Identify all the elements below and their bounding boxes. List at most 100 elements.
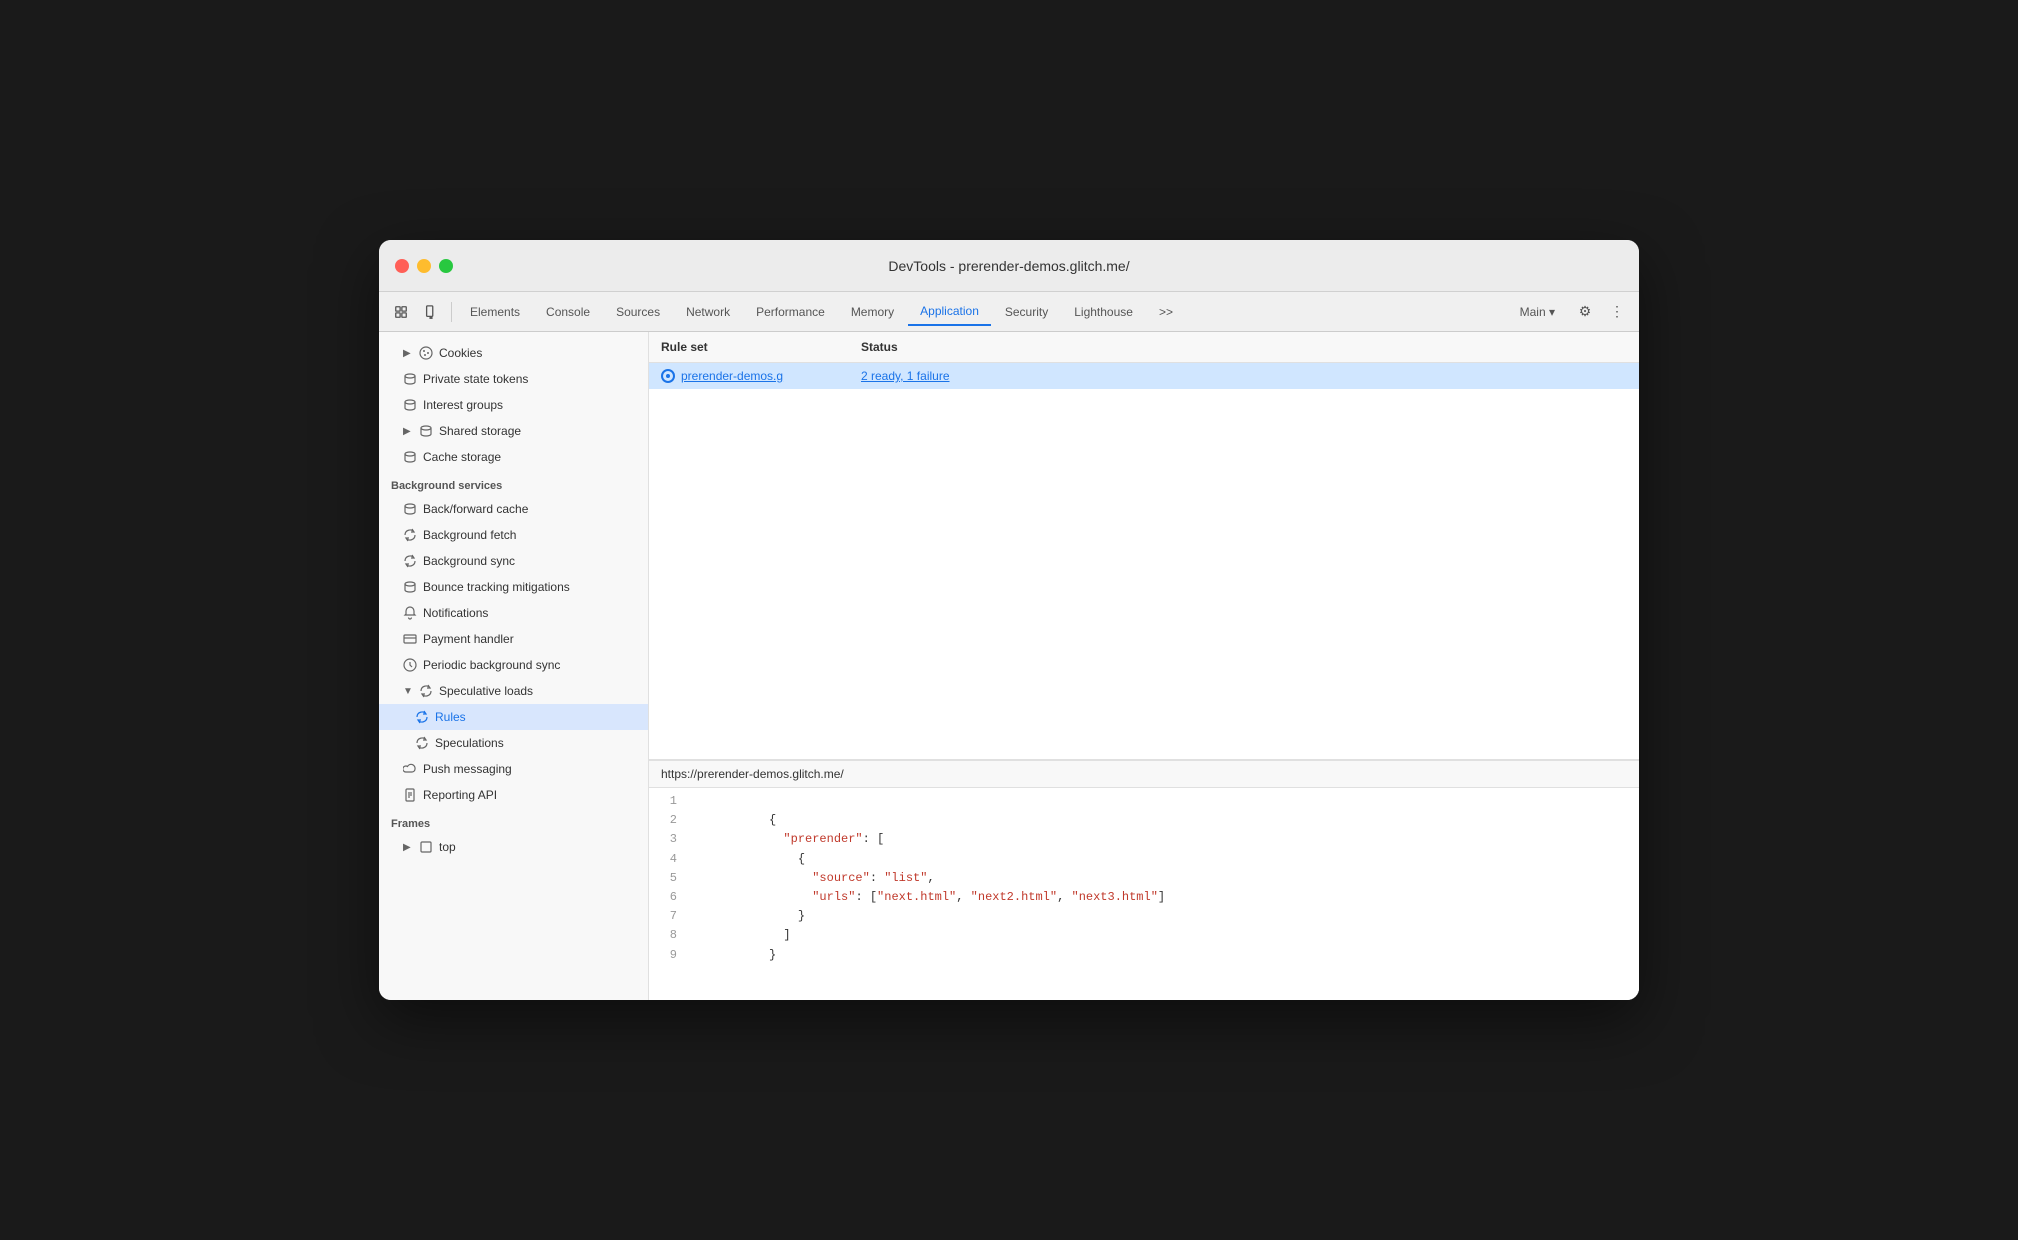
sidebar-label-cookies: Cookies <box>439 344 482 362</box>
sidebar-label-speculative-loads: Speculative loads <box>439 682 533 700</box>
sidebar-label-top: top <box>439 838 456 856</box>
main-dropdown[interactable]: Main ▾ <box>1508 299 1567 325</box>
expand-arrow-speculative: ▼ <box>403 684 413 699</box>
sidebar-label-shared-storage: Shared storage <box>439 422 521 440</box>
db-icon-1 <box>403 372 417 386</box>
table-row[interactable]: prerender-demos.g 2 ready, 1 failure <box>649 363 1639 389</box>
sidebar-label-rules: Rules <box>435 708 466 726</box>
sidebar-item-payment-handler[interactable]: Payment handler <box>379 626 648 652</box>
sidebar-item-cookies[interactable]: ▶ Cookies <box>379 340 648 366</box>
db-icon-6 <box>403 580 417 594</box>
window-title: DevTools - prerender-demos.glitch.me/ <box>888 258 1129 274</box>
sidebar-label-private-state: Private state tokens <box>423 370 528 388</box>
status-link[interactable]: 2 ready, 1 failure <box>861 369 950 383</box>
sidebar-item-cache-storage[interactable]: Cache storage <box>379 444 648 470</box>
code-url: https://prerender-demos.glitch.me/ <box>649 761 1639 788</box>
sidebar-item-speculations[interactable]: Speculations <box>379 730 648 756</box>
expand-arrow-cookies: ▶ <box>403 346 413 361</box>
expand-arrow-top: ▶ <box>403 840 413 855</box>
bottom-panel: https://prerender-demos.glitch.me/ 1 2 3… <box>649 760 1639 1000</box>
devtools-window: DevTools - prerender-demos.glitch.me/ El… <box>379 240 1639 1000</box>
traffic-lights <box>395 259 453 273</box>
table-area: Rule set Status prerender-demos.g 2 read… <box>649 332 1639 760</box>
sidebar-item-interest-groups[interactable]: Interest groups <box>379 392 648 418</box>
minimize-button[interactable] <box>417 259 431 273</box>
sidebar-label-bounce-tracking: Bounce tracking mitigations <box>423 578 570 596</box>
sidebar-label-periodic-bg-sync: Periodic background sync <box>423 656 560 674</box>
sidebar-item-push-messaging[interactable]: Push messaging <box>379 756 648 782</box>
maximize-button[interactable] <box>439 259 453 273</box>
code-line-4: { <box>697 850 1631 869</box>
code-area: 1 2 3 4 5 6 7 8 9 { <box>649 788 1639 1000</box>
sidebar-label-interest-groups: Interest groups <box>423 396 503 414</box>
line-numbers: 1 2 3 4 5 6 7 8 9 <box>649 792 689 965</box>
db-icon-2 <box>403 398 417 412</box>
code-line-5: "source": "list", <box>697 869 1631 888</box>
sidebar-item-bounce-tracking[interactable]: Bounce tracking mitigations <box>379 574 648 600</box>
code-line-7: } <box>697 907 1631 926</box>
tab-sources[interactable]: Sources <box>604 299 672 325</box>
card-icon <box>403 632 417 646</box>
sidebar-label-notifications: Notifications <box>423 604 488 622</box>
main-content: ▶ Cookies Private state tokens <box>379 332 1639 1000</box>
sidebar-label-bg-fetch: Background fetch <box>423 526 516 544</box>
cloud-icon <box>403 762 417 776</box>
cell-status: 2 ready, 1 failure <box>861 367 958 385</box>
tab-memory[interactable]: Memory <box>839 299 906 325</box>
right-panel: Rule set Status prerender-demos.g 2 read… <box>649 332 1639 1000</box>
sidebar-label-bg-sync: Background sync <box>423 552 515 570</box>
frames-section: Frames <box>379 808 648 834</box>
settings-icon[interactable]: ⚙ <box>1571 298 1599 326</box>
devtools-toolbar: Elements Console Sources Network Perform… <box>379 292 1639 332</box>
sync-icon-2 <box>403 554 417 568</box>
sidebar-item-notifications[interactable]: Notifications <box>379 600 648 626</box>
clock-icon <box>403 658 417 672</box>
sync-icon-speculations <box>415 736 429 750</box>
sidebar-item-periodic-bg-sync[interactable]: Periodic background sync <box>379 652 648 678</box>
sidebar-item-bf-cache[interactable]: Back/forward cache <box>379 496 648 522</box>
sidebar-item-bg-fetch[interactable]: Background fetch <box>379 522 648 548</box>
code-line-8: ] <box>697 926 1631 945</box>
status-icon <box>661 369 675 383</box>
rule-set-link[interactable]: prerender-demos.g <box>681 369 783 383</box>
tab-application[interactable]: Application <box>908 298 991 326</box>
sidebar-item-reporting-api[interactable]: Reporting API <box>379 782 648 808</box>
sidebar-item-rules[interactable]: Rules <box>379 704 648 730</box>
db-icon-4 <box>403 450 417 464</box>
code-line-6: "urls": ["next.html", "next2.html", "nex… <box>697 888 1631 907</box>
sync-icon-1 <box>403 528 417 542</box>
db-icon-3 <box>419 424 433 438</box>
tab-elements[interactable]: Elements <box>458 299 532 325</box>
sidebar-item-private-state-tokens[interactable]: Private state tokens <box>379 366 648 392</box>
close-button[interactable] <box>395 259 409 273</box>
sync-icon-rules <box>415 710 429 724</box>
header-rule-set: Rule set <box>661 338 861 356</box>
sidebar-label-push-messaging: Push messaging <box>423 760 512 778</box>
code-content: { "prerender": [ { "source": "list", "ur… <box>689 792 1639 965</box>
titlebar: DevTools - prerender-demos.glitch.me/ <box>379 240 1639 292</box>
expand-arrow-shared: ▶ <box>403 424 413 439</box>
more-options-icon[interactable]: ⋮ <box>1603 298 1631 326</box>
code-line-3: "prerender": [ <box>697 830 1631 849</box>
cookie-icon <box>419 346 433 360</box>
frame-icon <box>419 840 433 854</box>
sidebar-label-speculations: Speculations <box>435 734 504 752</box>
sidebar-item-top-frame[interactable]: ▶ top <box>379 834 648 860</box>
tab-performance[interactable]: Performance <box>744 299 837 325</box>
tab-console[interactable]: Console <box>534 299 602 325</box>
sidebar-item-bg-sync[interactable]: Background sync <box>379 548 648 574</box>
bg-services-section: Background services <box>379 470 648 496</box>
bell-icon <box>403 606 417 620</box>
db-icon-5 <box>403 502 417 516</box>
sidebar-label-bf-cache: Back/forward cache <box>423 500 528 518</box>
code-block: 1 2 3 4 5 6 7 8 9 { <box>649 788 1639 969</box>
sidebar-item-speculative-loads[interactable]: ▼ Speculative loads <box>379 678 648 704</box>
tab-more[interactable]: >> <box>1147 299 1185 325</box>
tab-lighthouse[interactable]: Lighthouse <box>1062 299 1145 325</box>
tab-network[interactable]: Network <box>674 299 742 325</box>
device-icon[interactable] <box>417 298 445 326</box>
inspect-icon[interactable] <box>387 298 415 326</box>
tab-security[interactable]: Security <box>993 299 1060 325</box>
code-line-2: { <box>697 811 1631 830</box>
sidebar-item-shared-storage[interactable]: ▶ Shared storage <box>379 418 648 444</box>
